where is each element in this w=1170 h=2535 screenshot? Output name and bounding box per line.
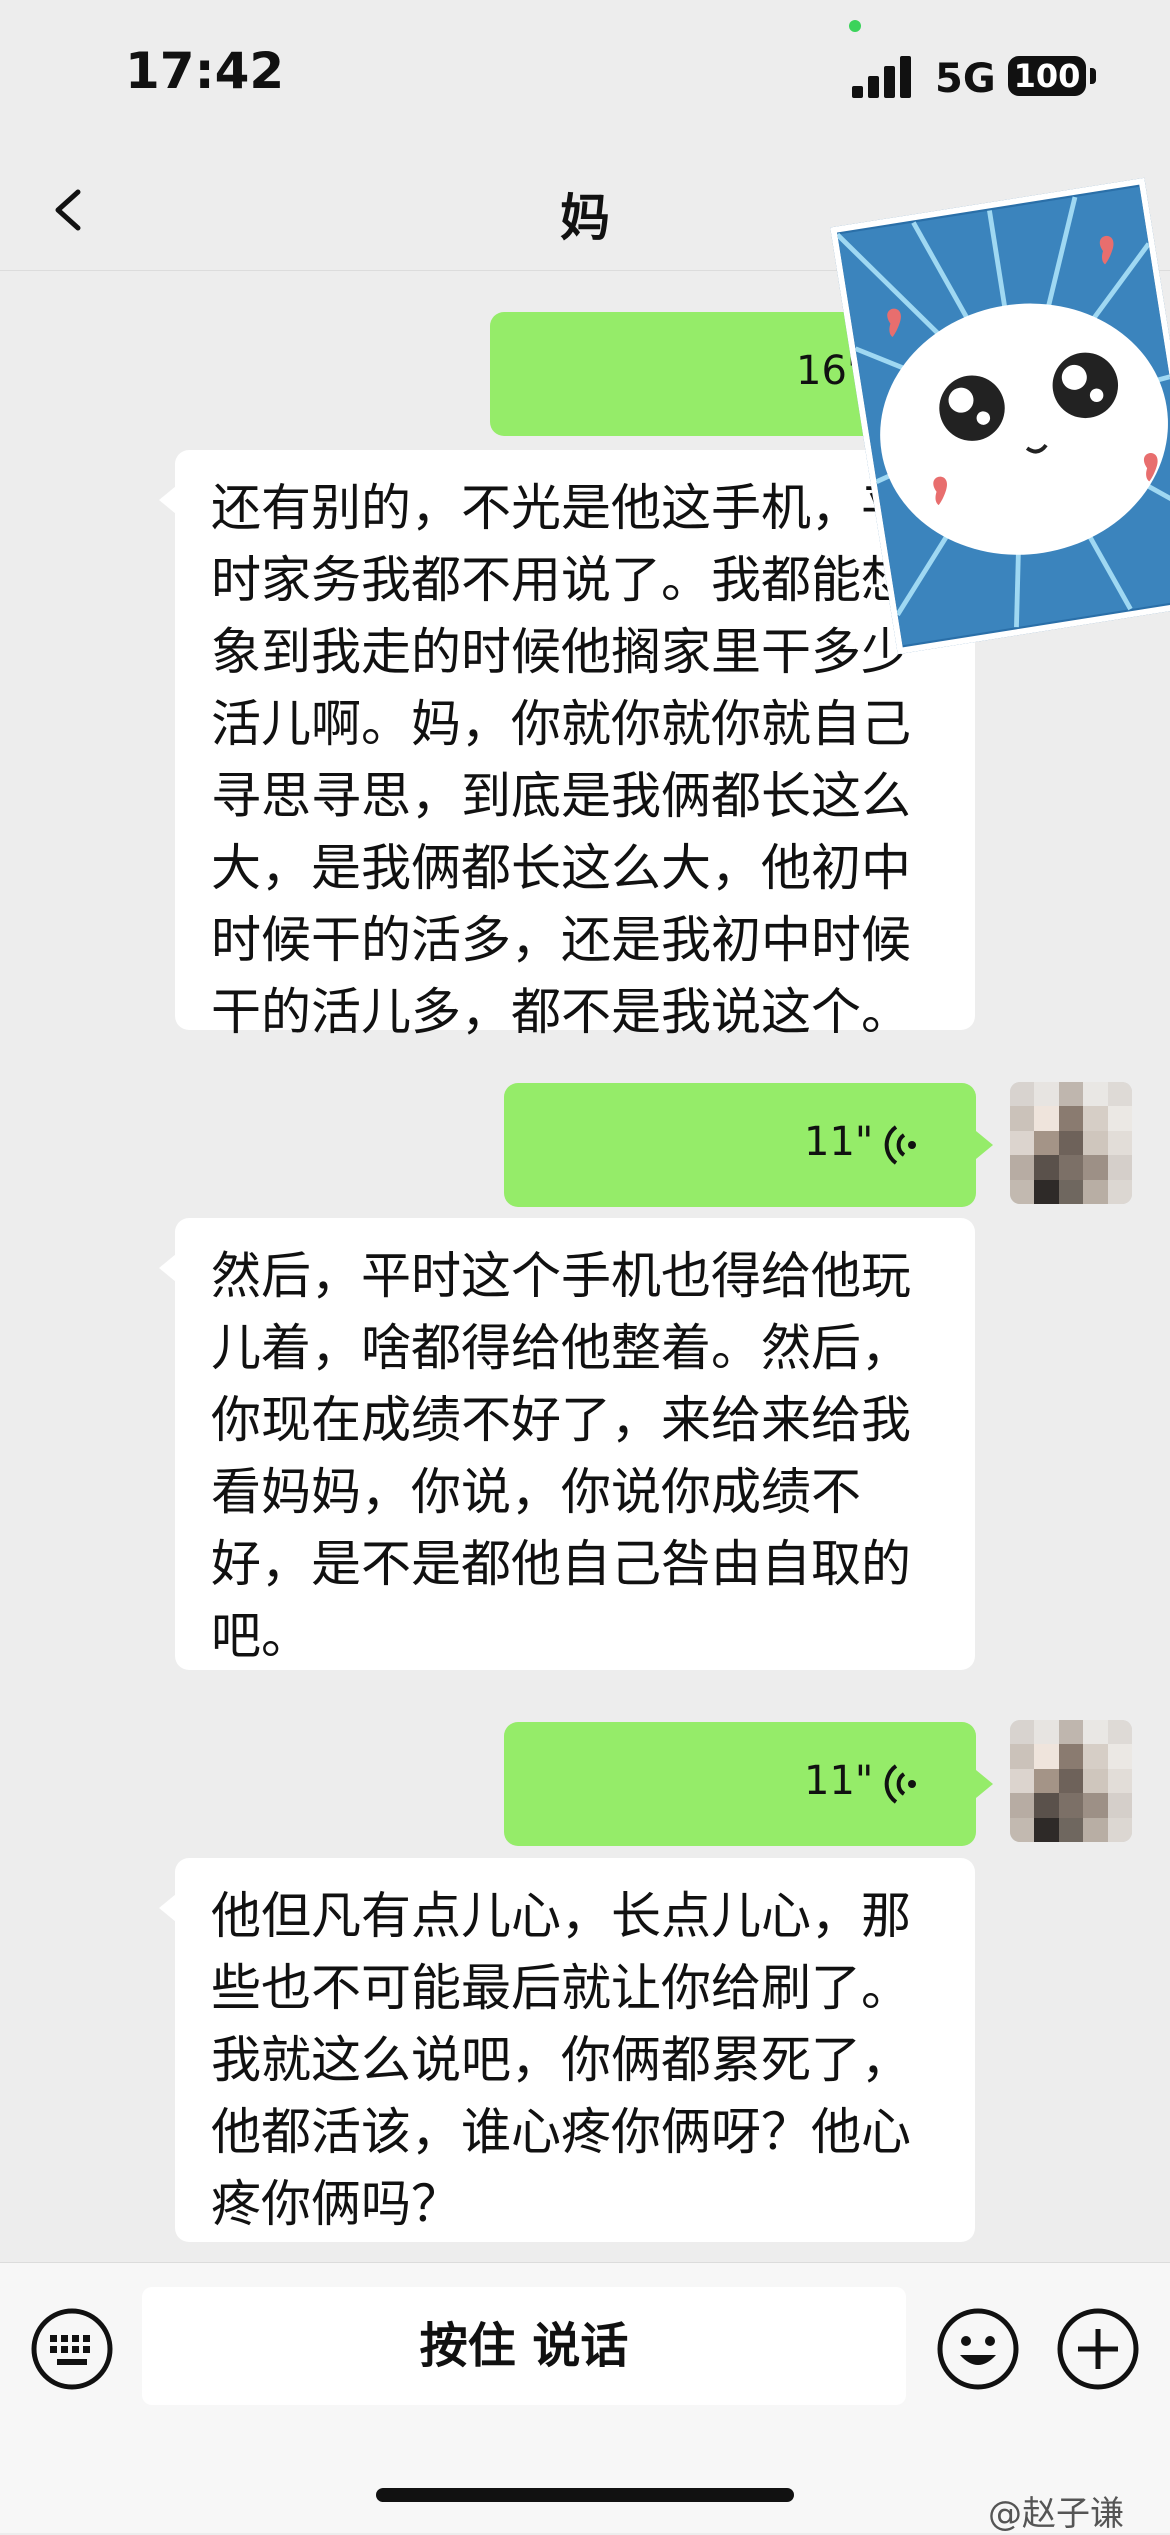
keyboard-icon[interactable] [30,2307,114,2391]
hold-to-talk-button[interactable]: 按住 说话 [142,2287,906,2405]
message-text: 还有别的，不光是他这手机，平时家务我都不用说了。我都能想象到我走的时候他搁家里干… [211,479,911,1041]
battery-icon: 100 [1008,56,1086,96]
status-bar: 17:42 5G 100 [0,0,1170,150]
voice-wave-icon [884,1125,916,1165]
voice-duration: 11" [804,1758,874,1804]
emoji-icon[interactable] [936,2307,1020,2391]
cartoon-cat-sticker-icon [835,186,1170,646]
home-indicator [376,2488,794,2502]
cellular-signal-icon [852,56,911,98]
voice-wave-icon [884,1764,916,1804]
text-message-incoming[interactable]: 然后，平时这个手机也得给他玩儿着，啥都得给他整着。然后，你现在成绩不好了，来给来… [159,1218,975,1670]
watermark: @赵子谦 [988,2494,1124,2534]
message-text: 然后，平时这个手机也得给他玩儿着，啥都得给他整着。然后，你现在成绩不好了，来给来… [211,1247,911,1665]
voice-message-outgoing[interactable]: 11" [504,1722,993,1846]
privacy-indicator [849,20,861,32]
text-message-incoming[interactable]: 他但凡有点儿心，长点儿心，那些也不可能最后就让你给刷了。我就这么说吧，你俩都累死… [159,1858,975,2242]
avatar[interactable] [1010,1720,1132,1842]
message-text: 他但凡有点儿心，长点儿心，那些也不可能最后就让你给刷了。我就这么说吧，你俩都累死… [211,1887,911,2233]
avatar[interactable] [1010,1082,1132,1204]
battery-tip [1090,68,1096,84]
network-type: 5G [935,56,996,102]
text-message-incoming[interactable]: 还有别的，不光是他这手机，平时家务我都不用说了。我都能想象到我走的时候他搁家里干… [159,450,975,1041]
voice-message-outgoing[interactable]: 11" [504,1083,993,1207]
status-time: 17:42 [125,42,285,100]
plus-icon[interactable] [1056,2307,1140,2391]
voice-duration: 11" [804,1119,874,1165]
